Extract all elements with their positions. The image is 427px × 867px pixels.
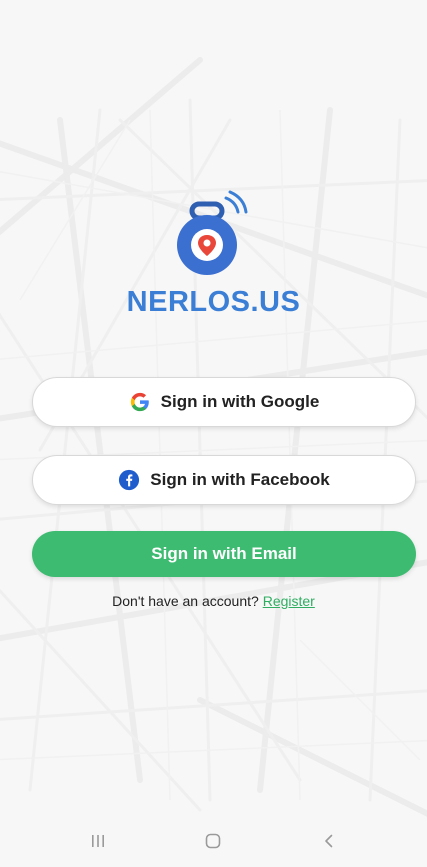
sign-in-facebook-button[interactable]: Sign in with Facebook [32, 455, 416, 505]
back-button[interactable] [299, 821, 359, 861]
home-button[interactable] [183, 821, 243, 861]
google-icon [130, 392, 149, 412]
sign-in-google-label: Sign in with Google [160, 392, 320, 411]
map-background [0, 0, 427, 867]
location-tracker-icon [176, 190, 247, 275]
brand-logo: NERLOS.US [0, 190, 427, 319]
recents-button[interactable] [68, 821, 128, 861]
register-prompt: Don't have an account? Register [0, 593, 427, 609]
back-icon [325, 834, 333, 848]
home-icon [206, 833, 221, 849]
sign-in-facebook-label: Sign in with Facebook [150, 470, 330, 489]
register-prompt-text: Don't have an account? [112, 593, 259, 609]
register-link[interactable]: Register [263, 593, 315, 609]
system-navigation-bar [0, 815, 427, 867]
sign-in-email-button[interactable]: Sign in with Email [32, 531, 416, 577]
sign-in-google-button[interactable]: Sign in with Google [32, 377, 416, 427]
brand-name: NERLOS.US [126, 286, 301, 318]
recents-icon [91, 835, 104, 847]
sign-in-email-label: Sign in with Email [151, 544, 297, 563]
facebook-icon [119, 469, 140, 491]
